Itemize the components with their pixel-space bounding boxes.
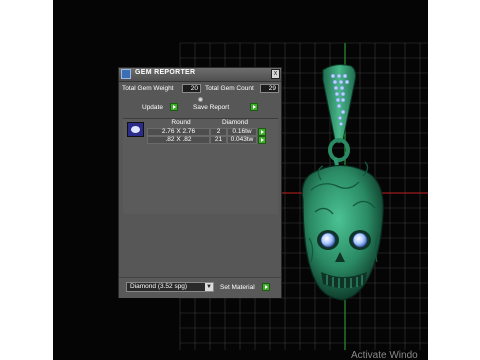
panel-title: GEM REPORTER xyxy=(135,69,196,76)
chevron-down-icon[interactable]: ▼ xyxy=(205,283,213,291)
gem-table: Round Diamond 2.76 X 2.76 2 0.16tw .82 X… xyxy=(123,118,278,214)
activate-windows-watermark: Activate Windo xyxy=(351,350,418,360)
update-button[interactable]: Update xyxy=(142,103,163,112)
eye-gem-left xyxy=(320,232,336,248)
cad-application: Activate Windo GEM REPORTER x Total Gem … xyxy=(53,0,428,360)
material-select[interactable]: Diamond (3.52 spg) ▼ xyxy=(126,282,214,292)
set-material-button[interactable]: Set Material xyxy=(220,283,255,292)
gem-reporter-panel: GEM REPORTER x Total Gem Weight 20 Total… xyxy=(118,67,282,298)
panel-titlebar[interactable]: GEM REPORTER x xyxy=(119,68,281,82)
material-select-value: Diamond (3.52 spg) xyxy=(130,283,188,290)
save-report-go-icon[interactable] xyxy=(250,103,258,111)
set-material-go-icon[interactable] xyxy=(262,283,270,291)
collapse-handle[interactable] xyxy=(198,97,203,102)
table-cell-weight: 0.043tw xyxy=(227,136,257,144)
table-cell-weight: 0.16tw xyxy=(227,128,257,136)
round-gem-thumbnail-icon xyxy=(127,122,144,137)
update-go-icon[interactable] xyxy=(170,103,178,111)
col-header-material: Diamond xyxy=(221,119,248,126)
close-button[interactable]: x xyxy=(271,69,280,79)
eye-gem-right xyxy=(352,232,368,248)
table-cell-size: .82 X .82 xyxy=(147,136,210,144)
pendant-model xyxy=(301,64,384,301)
table-cell-count: 2 xyxy=(210,128,227,136)
row-select-icon[interactable] xyxy=(258,136,266,144)
table-cell-size: 2.76 X 2.76 xyxy=(147,128,210,136)
row-select-icon[interactable] xyxy=(258,128,266,136)
total-gem-weight-label: Total Gem Weight xyxy=(122,85,174,92)
total-gem-count-value: 29 xyxy=(260,84,279,93)
material-bar: Diamond (3.52 spg) ▼ Set Material xyxy=(119,277,281,298)
table-cell-count: 21 xyxy=(210,136,227,144)
total-gem-weight-value: 20 xyxy=(182,84,201,93)
total-gem-count-label: Total Gem Count xyxy=(205,85,254,92)
col-header-shape: Round xyxy=(171,119,191,126)
save-report-button[interactable]: Save Report xyxy=(193,103,229,112)
gem-reporter-icon xyxy=(121,69,131,79)
